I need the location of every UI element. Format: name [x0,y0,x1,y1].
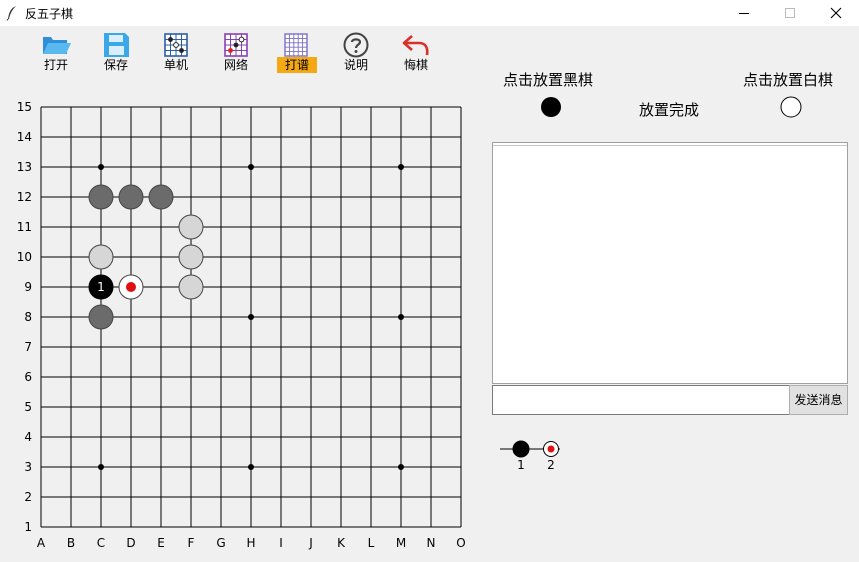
place-black-label[interactable]: 点击放置黑棋 [503,69,593,90]
stone-dark-gray[interactable] [88,184,114,210]
close-button[interactable] [813,0,859,26]
record-button[interactable]: 打谱 [273,30,319,74]
column-label: L [368,536,375,550]
send-message-button[interactable]: 发送消息 [789,385,848,415]
chat-log-divider [493,145,847,146]
column-label: F [188,536,195,550]
app-window: 反五子棋 打开 保存 单机 网络 打谱 说明 悔棋 15 14 13 12 11… [0,0,859,558]
column-label: B [67,536,75,550]
stone-dark-gray[interactable] [148,184,174,210]
column-label: C [97,536,105,550]
single-player-label: 单机 [163,58,188,72]
column-label: H [246,536,255,550]
stone-dark-gray[interactable] [88,304,114,330]
stone-light-gray[interactable] [178,214,204,240]
row-label: 8 [24,310,32,324]
history-last-marker [547,445,555,453]
star-point [398,314,404,320]
save-button[interactable]: 保存 [93,30,139,74]
title-bar: 反五子棋 [0,0,859,26]
history-stone-black [512,440,530,458]
column-label: N [427,536,436,550]
undo-label: 悔棋 [403,58,428,72]
help-button[interactable]: 说明 [333,30,379,74]
white-stone-selector[interactable] [780,96,802,118]
maximize-button[interactable] [767,0,813,26]
star-point [398,164,404,170]
close-icon [830,7,842,19]
chat-log[interactable] [492,142,848,384]
folder-open-icon [43,37,71,54]
column-label: K [337,536,346,550]
record-label: 打谱 [277,57,317,73]
placement-controls: 点击放置黑棋 点击放置白棋 放置完成 [492,49,848,141]
side-panel: 点击放置黑棋 点击放置白棋 放置完成 发送消息 12 [492,49,848,539]
open-label: 打开 [43,58,68,72]
row-label: 5 [24,400,32,414]
column-label: G [216,536,225,550]
stone-light-gray[interactable] [178,274,204,300]
row-label: 7 [24,340,32,354]
network-button[interactable]: 网络 [213,30,259,74]
row-label: 9 [24,280,32,294]
column-label: A [37,536,46,550]
stone-number: 1 [97,280,105,294]
stone-light-gray[interactable] [88,244,114,270]
record-grid-icon [284,33,308,57]
star-point [398,464,404,470]
column-label: O [456,536,465,550]
row-label: 14 [17,130,32,144]
column-label: J [308,536,313,550]
undo-arrow-icon [402,35,429,56]
star-point [98,164,104,170]
help-icon [343,32,369,58]
column-label: D [126,536,135,550]
row-label: 15 [17,100,32,114]
network-label: 网络 [223,58,248,72]
place-white-label[interactable]: 点击放置白棋 [743,69,833,90]
floppy-disk-icon [104,33,129,57]
row-label: 12 [17,190,32,204]
row-label: 4 [24,430,32,444]
game-board[interactable]: 15 14 13 12 11 10 9 8 7 6 5 4 3 2 1 A B C D E F G H I J K L M N O 1 [0,92,480,558]
column-label: I [279,536,283,550]
single-player-button[interactable]: 单机 [153,30,199,74]
board-canvas[interactable]: 151413121110987654321A B C D E F G H I J K L M N O1 [0,92,480,558]
window-title: 反五子棋 [25,7,74,21]
done-button[interactable]: 放置完成 [639,99,699,120]
stone-dark-gray[interactable] [118,184,144,210]
feather-icon [6,6,16,21]
row-label: 13 [17,160,32,174]
row-label: 3 [24,460,32,474]
history-number: 1 [517,458,525,472]
stone-light-gray[interactable] [178,244,204,270]
move-history: 12 [500,440,560,472]
history-number: 2 [547,458,555,472]
row-label: 2 [24,490,32,504]
maximize-icon [785,8,795,18]
minimize-icon [739,13,749,14]
black-stone-selector[interactable] [540,96,562,118]
message-input[interactable] [492,385,790,415]
network-board-icon [224,33,248,57]
star-point [98,464,104,470]
row-label: 11 [17,220,32,234]
row-label: 1 [24,520,32,534]
star-point [248,464,254,470]
save-label: 保存 [103,58,128,72]
open-button[interactable]: 打开 [33,30,79,74]
undo-button[interactable]: 悔棋 [393,30,439,74]
star-point [248,314,254,320]
column-label: M [396,536,406,550]
row-label: 10 [17,250,32,264]
help-label: 说明 [343,58,368,72]
last-move-marker [126,282,136,292]
row-label: 6 [24,370,32,384]
star-point [248,164,254,170]
column-label: E [157,536,165,550]
minimize-button[interactable] [721,0,767,26]
board-grid-icon [164,33,188,57]
